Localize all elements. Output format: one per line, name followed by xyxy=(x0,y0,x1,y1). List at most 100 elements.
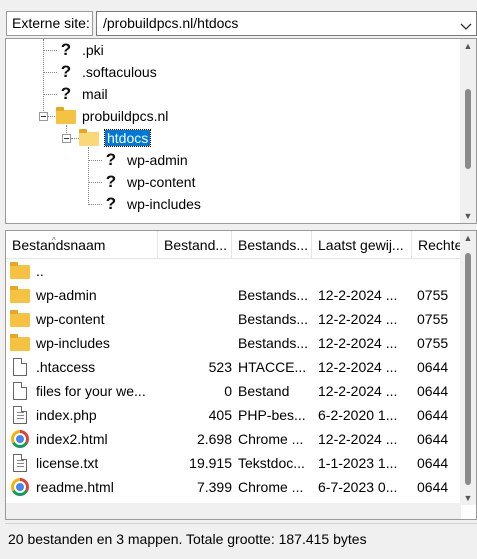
column-header-last-modified[interactable]: Laatst gewij... xyxy=(312,231,412,259)
sort-ascending-icon: ^ xyxy=(52,236,56,245)
tree-item-label: wp-includes xyxy=(127,196,201,212)
file-modified: 12-2-2024 ... xyxy=(318,335,398,351)
file-permissions: 0644 xyxy=(417,407,449,423)
file-type: PHP-bes... xyxy=(238,407,306,423)
file-permissions xyxy=(417,259,461,283)
unknown-folder-icon: ? xyxy=(56,63,76,81)
column-header-filetype[interactable]: Bestands... xyxy=(232,231,312,259)
file-modified xyxy=(318,259,412,283)
file-icon xyxy=(10,358,30,376)
remote-path-bar: Externe site: /probuildpcs.nl/htdocs xyxy=(0,6,477,38)
file-name: wp-content xyxy=(36,311,105,327)
file-size xyxy=(160,331,232,355)
tree-item-htdocs[interactable]: htdocs xyxy=(79,127,152,149)
file-name: license.txt xyxy=(36,455,99,471)
tree-connector xyxy=(88,204,102,205)
file-name-cell: wp-admin xyxy=(10,283,160,307)
file-type: Bestand xyxy=(238,383,290,399)
file-row[interactable]: index2.html 2.698 Chrome ... 12-2-2024 ... 0… xyxy=(6,427,461,451)
status-bar: 20 bestanden en 3 mappen. Totale grootte… xyxy=(5,523,477,553)
text-file-icon xyxy=(10,406,30,424)
file-name: files for your we... xyxy=(36,383,146,399)
scroll-up-icon[interactable]: ▲ xyxy=(460,231,476,245)
file-row[interactable]: .htaccess 523 HTACCE... 12-2-2024 ... 0644 xyxy=(6,355,461,379)
file-modified: 12-2-2024 ... xyxy=(318,359,398,375)
folder-icon xyxy=(10,286,30,304)
tree-item-label: wp-admin xyxy=(127,152,188,168)
file-name-cell: license.txt xyxy=(10,451,160,475)
folder-icon xyxy=(10,262,30,280)
file-type: HTACCE... xyxy=(238,359,307,375)
file-modified: 6-2-2020 1... xyxy=(318,407,398,423)
file-permissions: 0755 xyxy=(417,311,449,327)
file-name-cell: readme.html xyxy=(10,475,160,499)
file-name: wp-includes xyxy=(36,335,110,351)
file-row[interactable]: .. xyxy=(6,259,461,283)
file-row[interactable]: wp-content Bestands... 12-2-2024 ... 0755 xyxy=(6,307,461,331)
collapse-toggle[interactable] xyxy=(39,112,48,121)
unknown-folder-icon: ? xyxy=(101,195,121,213)
file-modified: 12-2-2024 ... xyxy=(318,287,398,303)
file-name: .htaccess xyxy=(36,359,96,375)
file-size: 2.698 xyxy=(196,431,232,447)
file-name-cell: wp-includes xyxy=(10,331,160,355)
tree-connector xyxy=(71,138,79,139)
file-row[interactable]: license.txt 19.915 Tekstdoc... 1-1-2023 1..… xyxy=(6,451,461,475)
file-type: Bestands... xyxy=(238,287,309,303)
unknown-folder-icon: ? xyxy=(101,151,121,169)
tree-item-wp-content[interactable]: ? wp-content xyxy=(101,171,195,193)
file-modified: 12-2-2024 ... xyxy=(318,311,398,327)
scroll-down-icon[interactable]: ▼ xyxy=(460,491,476,505)
file-row[interactable]: index.php 405 PHP-bes... 6-2-2020 1... 0644 xyxy=(6,403,461,427)
scroll-up-icon[interactable]: ▲ xyxy=(460,39,476,53)
tree-item-pki[interactable]: ? .pki xyxy=(56,39,104,61)
file-name-cell: wp-content xyxy=(10,307,160,331)
file-type: Chrome ... xyxy=(238,431,304,447)
tree-item-probuildpcs[interactable]: probuildpcs.nl xyxy=(56,105,168,127)
tree-connector xyxy=(43,94,57,95)
tree-connector xyxy=(43,72,57,73)
tree-item-wp-includes[interactable]: ? wp-includes xyxy=(101,193,201,215)
scrollbar-thumb[interactable] xyxy=(465,253,471,485)
tree-item-mail[interactable]: ? mail xyxy=(56,83,108,105)
file-name-cell: index.php xyxy=(10,403,160,427)
folder-icon xyxy=(10,334,30,352)
list-vertical-scrollbar[interactable]: ▲ ▼ xyxy=(460,231,476,505)
column-header-filesize[interactable]: Bestand... xyxy=(158,231,232,259)
file-row[interactable]: files for your we... 0 Bestand 12-2-2024 ..… xyxy=(6,379,461,403)
scroll-down-icon[interactable]: ▼ xyxy=(460,209,476,223)
column-header-filename[interactable]: ^ Bestandsnaam xyxy=(6,231,158,259)
chrome-icon xyxy=(10,430,30,448)
column-header-permissions[interactable]: Rechte xyxy=(412,231,461,259)
unknown-folder-icon: ? xyxy=(101,173,121,191)
file-size: 0 xyxy=(224,383,232,399)
tree-connector xyxy=(88,147,89,205)
tree-vertical-scrollbar[interactable]: ▲ ▼ xyxy=(460,39,476,223)
tree-item-label: wp-content xyxy=(127,174,196,190)
remote-file-list[interactable]: ^ Bestandsnaam Bestand... Bestands... La… xyxy=(5,230,477,520)
chevron-down-icon[interactable] xyxy=(459,20,473,34)
unknown-folder-icon: ? xyxy=(56,41,76,59)
file-size xyxy=(160,307,232,331)
file-row[interactable]: wp-includes Bestands... 12-2-2024 ... 0755 xyxy=(6,331,461,355)
file-row[interactable]: readme.html 7.399 Chrome ... 6-7-2023 0... 0… xyxy=(6,475,461,499)
tree-item-softaculous[interactable]: ? .softaculous xyxy=(56,61,157,83)
tree-connector xyxy=(43,50,57,51)
collapse-toggle[interactable] xyxy=(62,134,71,143)
file-row[interactable]: wp-admin Bestands... 12-2-2024 ... 0755 xyxy=(6,283,461,307)
file-permissions: 0644 xyxy=(417,383,449,399)
unknown-folder-icon: ? xyxy=(56,85,76,103)
chrome-icon xyxy=(10,478,30,496)
tree-connector xyxy=(88,160,102,161)
tree-item-wp-admin[interactable]: ? wp-admin xyxy=(101,149,188,171)
scrollbar-thumb[interactable] xyxy=(465,89,471,169)
file-modified: 12-2-2024 ... xyxy=(318,383,398,399)
file-name-cell: .. xyxy=(10,259,160,283)
remote-directory-tree[interactable]: ? .pki ? .softaculous ? mail probuildpcs… xyxy=(5,38,477,224)
file-type: Chrome ... xyxy=(238,479,304,495)
file-name: .. xyxy=(36,263,44,279)
remote-path-input[interactable]: /probuildpcs.nl/htdocs xyxy=(96,11,477,36)
list-horizontal-scrollbar[interactable] xyxy=(6,503,461,519)
file-name-cell: files for your we... xyxy=(10,379,160,403)
list-header: ^ Bestandsnaam Bestand... Bestands... La… xyxy=(6,231,461,259)
